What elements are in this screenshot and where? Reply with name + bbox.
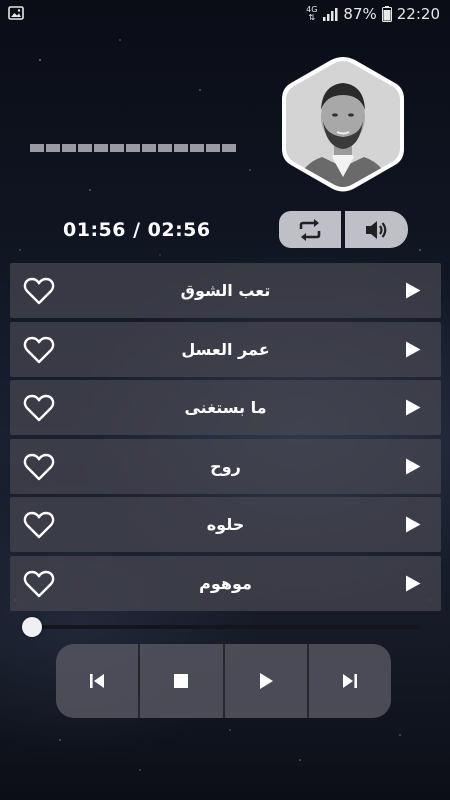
play-icon[interactable] [405,399,421,416]
song-title: تعب الشوق [180,281,271,300]
stop-icon [174,674,189,688]
volume-icon [365,220,386,239]
gallery-icon [8,6,24,20]
battery-percent: 87% [343,5,377,23]
play-button[interactable] [225,644,309,718]
heart-outline-icon[interactable] [23,336,55,364]
song-row[interactable]: روح [10,438,441,494]
equalizer-bar [158,144,172,152]
play-icon[interactable] [405,575,421,592]
equalizer-bar [46,144,60,152]
play-icon [259,673,273,689]
equalizer-bar [190,144,204,152]
play-icon[interactable] [405,282,421,299]
equalizer-visualizer [30,144,236,152]
song-row[interactable]: موهوم [10,555,441,611]
heart-outline-icon[interactable] [23,277,55,305]
status-bar: 4G ⇅ 87% 22:20 [0,0,450,30]
song-title: موهوم [199,573,252,593]
equalizer-bar [206,144,220,152]
song-title: حلوه [206,515,245,534]
equalizer-bar [94,144,108,152]
song-row[interactable]: ما بستغنى [10,380,441,435]
song-row[interactable]: عمر العسل [10,321,441,377]
play-icon[interactable] [405,341,421,358]
equalizer-bar [174,144,188,152]
signal-icon [323,8,338,21]
play-icon[interactable] [405,516,421,533]
equalizer-bar [62,144,76,152]
network-indicator: 4G ⇅ [306,5,318,22]
song-row[interactable]: تعب الشوق [10,263,441,318]
battery-icon [381,6,392,22]
song-title: روح [210,456,241,476]
equalizer-bar [78,144,92,152]
equalizer-bar [126,144,140,152]
song-list: تعب الشوق عمر العسل ما بستغنى روح حلوه موهوم [10,263,441,614]
stop-button[interactable] [140,644,225,718]
seek-bar[interactable] [16,616,426,638]
heart-outline-icon[interactable] [23,394,55,422]
repeat-icon [299,218,321,241]
playback-time: 01:56 / 02:56 [63,219,211,241]
previous-button[interactable] [56,644,141,718]
seek-track[interactable] [22,625,420,629]
seek-thumb[interactable] [22,617,42,637]
skip-next-icon [342,674,357,688]
heart-outline-icon[interactable] [23,511,55,539]
heart-outline-icon[interactable] [23,453,55,481]
song-title: عمر العسل [181,339,270,359]
song-title: ما بستغنى [184,398,267,417]
equalizer-bar [222,144,236,152]
playback-controls [56,644,391,718]
clock: 22:20 [396,5,440,23]
skip-previous-icon [90,674,105,688]
network-label: 4G [306,5,318,14]
song-row[interactable]: حلوه [10,497,441,552]
heart-outline-icon[interactable] [23,570,55,598]
artist-avatar [282,57,404,192]
equalizer-bar [110,144,124,152]
next-button[interactable] [309,644,391,718]
repeat-button[interactable] [279,211,341,248]
equalizer-bar [142,144,156,152]
volume-button[interactable] [345,211,408,248]
equalizer-bar [30,144,44,152]
play-icon[interactable] [405,458,421,475]
